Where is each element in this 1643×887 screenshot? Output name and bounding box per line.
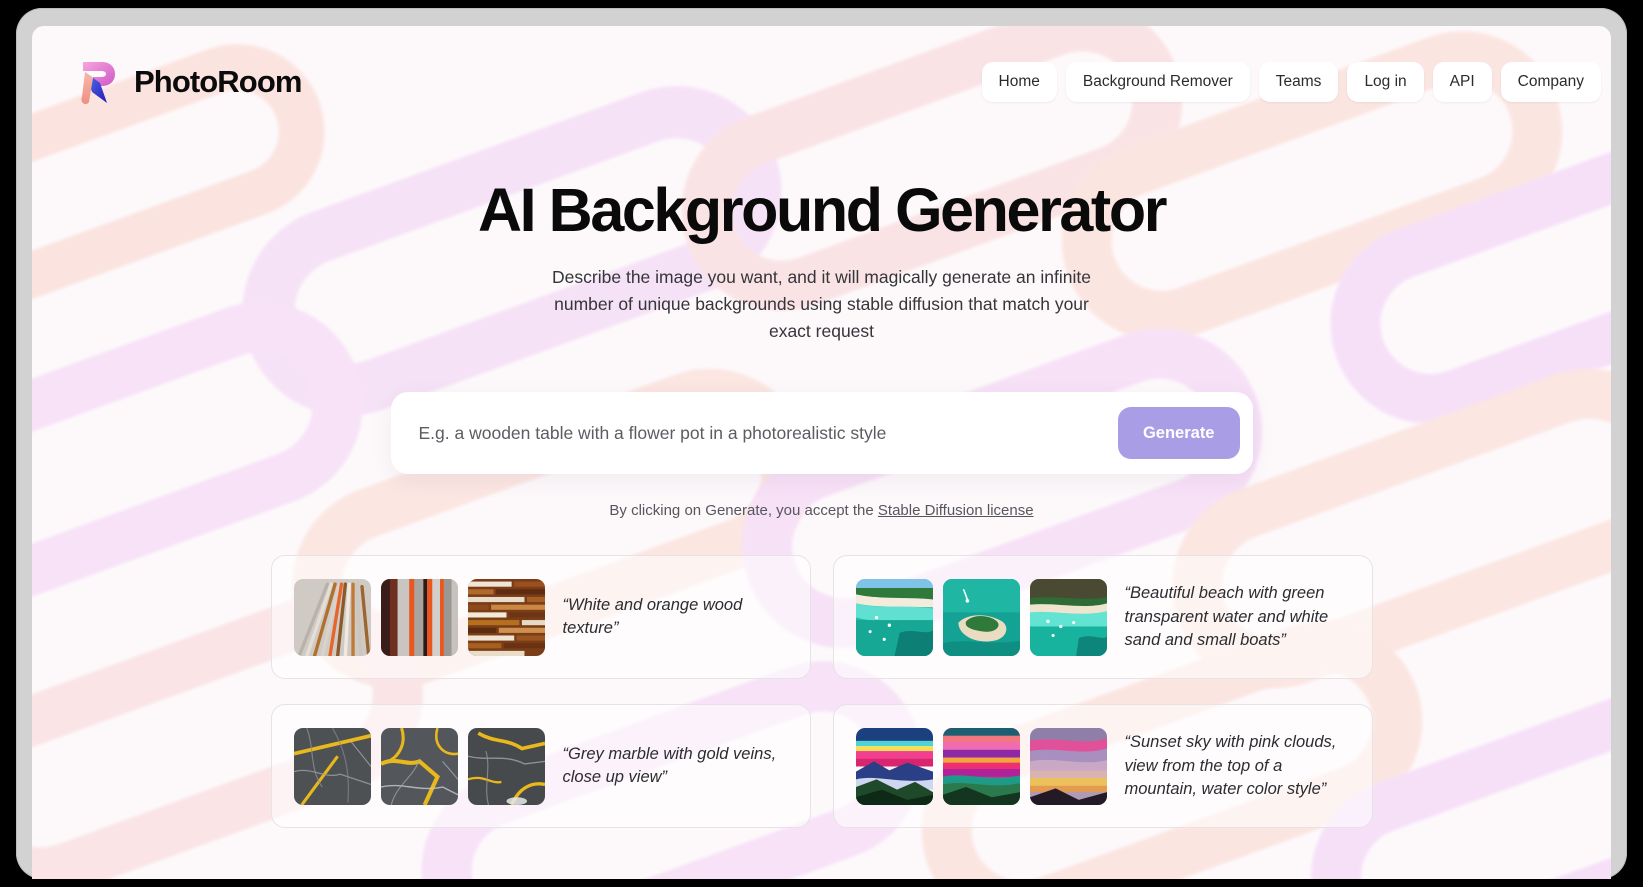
thumbnail-wood-planks-horizontal[interactable] xyxy=(467,578,545,656)
stable-diffusion-license-link[interactable]: Stable Diffusion license xyxy=(878,502,1034,519)
example-caption: “Beautiful beach with green transparent … xyxy=(1124,584,1329,650)
examples-grid: “White and orange wood texture” “Beautif… xyxy=(270,555,1373,829)
thumbnail-sunset-mountain-3[interactable] xyxy=(1029,727,1107,805)
brand-logo[interactable]: PhotoRoom xyxy=(76,59,302,105)
site-header: PhotoRoom Home Background Remover Teams … xyxy=(32,26,1611,112)
thumbnail-sunset-mountain-2[interactable] xyxy=(942,727,1020,805)
hero-subtitle: Describe the image you want, and it will… xyxy=(552,267,1091,342)
thumbnail-wood-stripes-vertical[interactable] xyxy=(380,578,458,656)
example-card-wood[interactable]: “White and orange wood texture” xyxy=(270,555,811,680)
device-frame: PhotoRoom Home Background Remover Teams … xyxy=(16,8,1627,879)
prompt-input[interactable] xyxy=(418,422,1118,444)
example-caption: “Grey marble with gold veins, close up v… xyxy=(562,745,777,787)
license-note: By clicking on Generate, you accept the … xyxy=(32,502,1611,519)
example-card-marble[interactable]: “Grey marble with gold veins, close up v… xyxy=(270,704,811,829)
example-caption: “White and orange wood texture” xyxy=(562,596,743,638)
thumbnail-strip xyxy=(855,578,1107,656)
example-card-beach[interactable]: “Beautiful beach with green transparent … xyxy=(832,555,1373,680)
thumbnail-strip xyxy=(293,578,545,656)
photoroom-r-logo-icon xyxy=(81,62,115,105)
thumbnail-beach-cove-aerial[interactable] xyxy=(1029,578,1107,656)
example-caption: “Sunset sky with pink clouds, view from … xyxy=(1124,733,1337,799)
thumbnail-wood-planks-diagonal[interactable] xyxy=(293,578,371,656)
thumbnail-marble-gold-vein-2[interactable] xyxy=(380,727,458,805)
nav-item-api[interactable]: API xyxy=(1432,62,1492,102)
prompt-bar: Generate xyxy=(390,392,1253,475)
nav-item-background-remover[interactable]: Background Remover xyxy=(1065,62,1250,102)
page-title: AI Background Generator xyxy=(477,176,1168,244)
thumbnail-beach-island-aerial[interactable] xyxy=(942,578,1020,656)
nav-item-home[interactable]: Home xyxy=(981,62,1057,102)
thumbnail-sunset-mountain-1[interactable] xyxy=(855,727,933,805)
thumbnail-marble-gold-vein-1[interactable] xyxy=(293,727,371,805)
thumbnail-beach-lagoon-aerial[interactable] xyxy=(855,578,933,656)
license-note-prefix: By clicking on Generate, you accept the xyxy=(609,502,878,520)
nav-item-teams[interactable]: Teams xyxy=(1258,62,1339,102)
main-navigation: Home Background Remover Teams Log in API… xyxy=(981,62,1601,102)
brand-name: PhotoRoom xyxy=(134,64,302,99)
nav-item-log-in[interactable]: Log in xyxy=(1347,62,1424,102)
thumbnail-strip xyxy=(293,727,545,805)
thumbnail-strip xyxy=(855,727,1107,805)
generate-button[interactable]: Generate xyxy=(1117,407,1240,460)
example-card-sunset[interactable]: “Sunset sky with pink clouds, view from … xyxy=(832,704,1373,829)
thumbnail-marble-gold-vein-3[interactable] xyxy=(467,727,545,805)
hero-section: AI Background Generator Describe the ima… xyxy=(32,112,1611,345)
nav-item-company[interactable]: Company xyxy=(1500,62,1601,102)
browser-viewport: PhotoRoom Home Background Remover Teams … xyxy=(32,26,1611,879)
